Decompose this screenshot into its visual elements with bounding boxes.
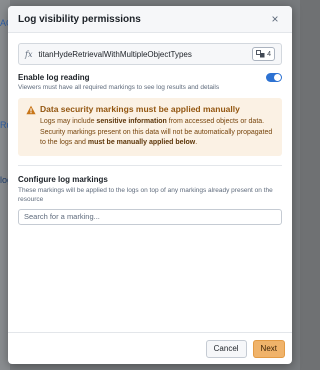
cancel-button[interactable]: Cancel [205,339,247,358]
dialog-body: fx titanHydeRetrievalWithMultipleObjectT… [8,33,292,225]
enable-log-reading-row: Enable log reading [18,73,282,82]
enable-log-reading-label: Enable log reading [18,73,90,82]
security-markings-callout: Data security markings must be applied m… [18,98,282,156]
enable-log-reading-toggle[interactable] [266,73,282,82]
object-types-count: 4 [267,50,271,58]
configure-markings-help: These markings will be applied to the lo… [18,186,273,203]
next-button[interactable]: Next [252,339,285,358]
marking-search-input[interactable] [18,208,282,225]
function-name: titanHydeRetrievalWithMultipleObjectType… [38,49,192,59]
object-types-badge[interactable]: 4 [252,47,275,61]
callout-title: Data security markings must be applied m… [40,104,240,114]
configure-markings-title: Configure log markings [18,174,108,184]
callout-content: Data security markings must be applied m… [40,104,274,149]
enable-log-reading-help: Viewers must have all required markings … [18,84,220,91]
section-divider [18,164,282,166]
callout-text-emphasis: must be manually applied below [87,139,196,146]
dialog-header: Log visibility permissions × [8,6,292,33]
dialog-footer: Cancel Next [8,332,292,364]
close-button[interactable]: × [268,12,282,26]
callout-text-emphasis: sensitive information [96,118,167,125]
function-icon: fx [25,49,33,59]
function-field: fx titanHydeRetrievalWithMultipleObjectT… [18,43,282,65]
close-icon: × [271,12,279,26]
toggle-knob [274,74,281,81]
object-types-icon [256,50,265,58]
warning-icon [26,105,36,115]
callout-text-part: . [195,139,198,146]
log-visibility-dialog: Log visibility permissions × fx titanHyd… [8,6,292,364]
dialog-title: Log visibility permissions [18,13,141,25]
callout-text: Logs may include sensitive information f… [40,117,274,149]
callout-text-part: Logs may include [40,118,97,125]
